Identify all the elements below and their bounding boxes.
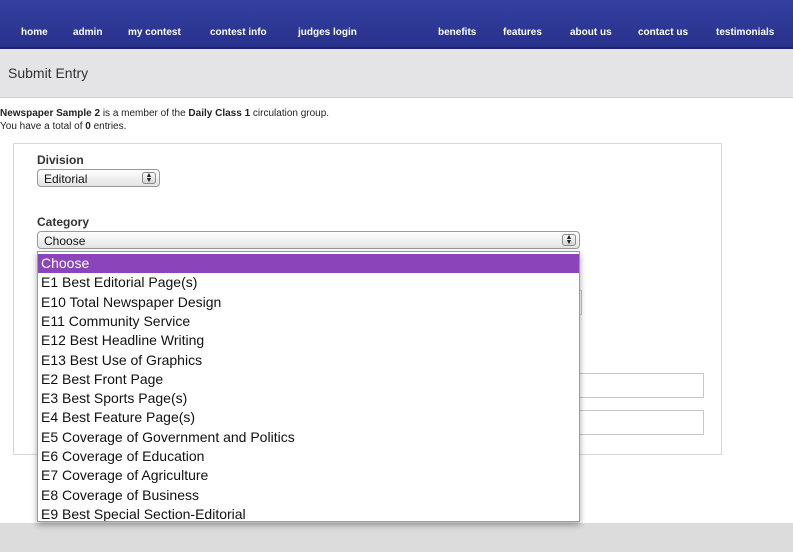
dropdown-option-label: E2 Best Front Page bbox=[41, 371, 164, 387]
nav-judges-login[interactable]: judges login bbox=[298, 27, 357, 38]
dropdown-option-label: Choose bbox=[41, 255, 90, 271]
dropdown-option-label: E10 Total Newspaper Design bbox=[41, 294, 222, 310]
dropdown-option[interactable]: E5 Coverage of Government and Politics bbox=[38, 428, 579, 447]
page-title: Submit Entry bbox=[8, 65, 89, 81]
division-label: Division bbox=[37, 153, 84, 167]
dropdown-option-label: E12 Best Headline Writing bbox=[41, 332, 205, 348]
dropdown-option[interactable]: E8 Coverage of Business bbox=[38, 486, 579, 505]
dropdown-option-label: E6 Coverage of Education bbox=[41, 448, 205, 464]
nav-home[interactable]: home bbox=[21, 27, 48, 38]
dropdown-option-selected[interactable]: Choose bbox=[38, 254, 579, 273]
dropdown-option-label: E8 Coverage of Business bbox=[41, 487, 199, 503]
nav-testimonials[interactable]: testimonials bbox=[716, 27, 774, 38]
division-select[interactable]: Editorial ▲ ▼ bbox=[37, 169, 160, 187]
category-value: Choose bbox=[44, 234, 86, 248]
membership-suffix: circulation group. bbox=[250, 108, 330, 119]
membership-info: Newspaper Sample 2 is a member of the Da… bbox=[0, 108, 329, 119]
nav-admin[interactable]: admin bbox=[73, 27, 102, 38]
dropdown-option[interactable]: E4 Best Feature Page(s) bbox=[38, 408, 579, 427]
nav-contact-us[interactable]: contact us bbox=[638, 27, 688, 38]
dropdown-option[interactable]: E13 Best Use of Graphics bbox=[38, 351, 579, 370]
title-bar: Submit Entry bbox=[0, 49, 793, 98]
entries-info: You have a total of 0 entries. bbox=[0, 121, 126, 132]
dropdown-option-label: E9 Best Special Section-Editorial bbox=[41, 506, 246, 522]
dropdown-option[interactable]: E3 Best Sports Page(s) bbox=[38, 389, 579, 408]
dropdown-option[interactable]: E1 Best Editorial Page(s) bbox=[38, 273, 579, 292]
nav-my-contest[interactable]: my contest bbox=[128, 27, 181, 38]
text-field-1[interactable] bbox=[570, 373, 704, 398]
division-value: Editorial bbox=[44, 172, 88, 186]
category-select[interactable]: Choose ▲ ▼ bbox=[37, 231, 580, 249]
select-arrows-icon: ▲ ▼ bbox=[142, 172, 156, 184]
dropdown-option-label: E11 Community Service bbox=[41, 313, 191, 329]
newspaper-name: Newspaper Sample 2 bbox=[0, 108, 101, 119]
top-nav: home admin my contest contest info judge… bbox=[0, 0, 793, 49]
nav-features[interactable]: features bbox=[503, 27, 542, 38]
category-dropdown-list[interactable]: Choose E1 Best Editorial Page(s) E10 Total… bbox=[37, 251, 580, 522]
select-arrows-icon: ▲ ▼ bbox=[562, 234, 576, 246]
group-name: Daily Class 1 bbox=[188, 108, 251, 119]
dropdown-option[interactable]: E9 Best Special Section-Editorial bbox=[38, 505, 579, 522]
dropdown-option[interactable]: E12 Best Headline Writing bbox=[38, 331, 579, 350]
dropdown-option[interactable]: E11 Community Service bbox=[38, 312, 579, 331]
dropdown-option[interactable]: E7 Coverage of Agriculture bbox=[38, 466, 579, 485]
dropdown-option-label: E13 Best Use of Graphics bbox=[41, 352, 203, 368]
entries-suffix: entries. bbox=[90, 121, 127, 132]
dropdown-option[interactable]: E2 Best Front Page bbox=[38, 370, 579, 389]
dropdown-option-label: E4 Best Feature Page(s) bbox=[41, 409, 196, 425]
dropdown-option-label: E1 Best Editorial Page(s) bbox=[41, 274, 198, 290]
entries-prefix: You have a total of bbox=[0, 121, 86, 132]
nav-benefits[interactable]: benefits bbox=[438, 27, 476, 38]
dropdown-option[interactable]: E10 Total Newspaper Design bbox=[38, 293, 579, 312]
nav-contest-info[interactable]: contest info bbox=[210, 27, 267, 38]
dropdown-option-label: E7 Coverage of Agriculture bbox=[41, 467, 209, 483]
category-label: Category bbox=[37, 215, 90, 229]
dropdown-option-label: E5 Coverage of Government and Politics bbox=[41, 429, 295, 445]
nav-about-us[interactable]: about us bbox=[570, 27, 612, 38]
footer bbox=[0, 523, 793, 552]
text-field-2[interactable] bbox=[570, 410, 704, 435]
membership-text: is a member of the bbox=[100, 108, 189, 119]
dropdown-option[interactable]: E6 Coverage of Education bbox=[38, 447, 579, 466]
dropdown-option-label: E3 Best Sports Page(s) bbox=[41, 390, 188, 406]
